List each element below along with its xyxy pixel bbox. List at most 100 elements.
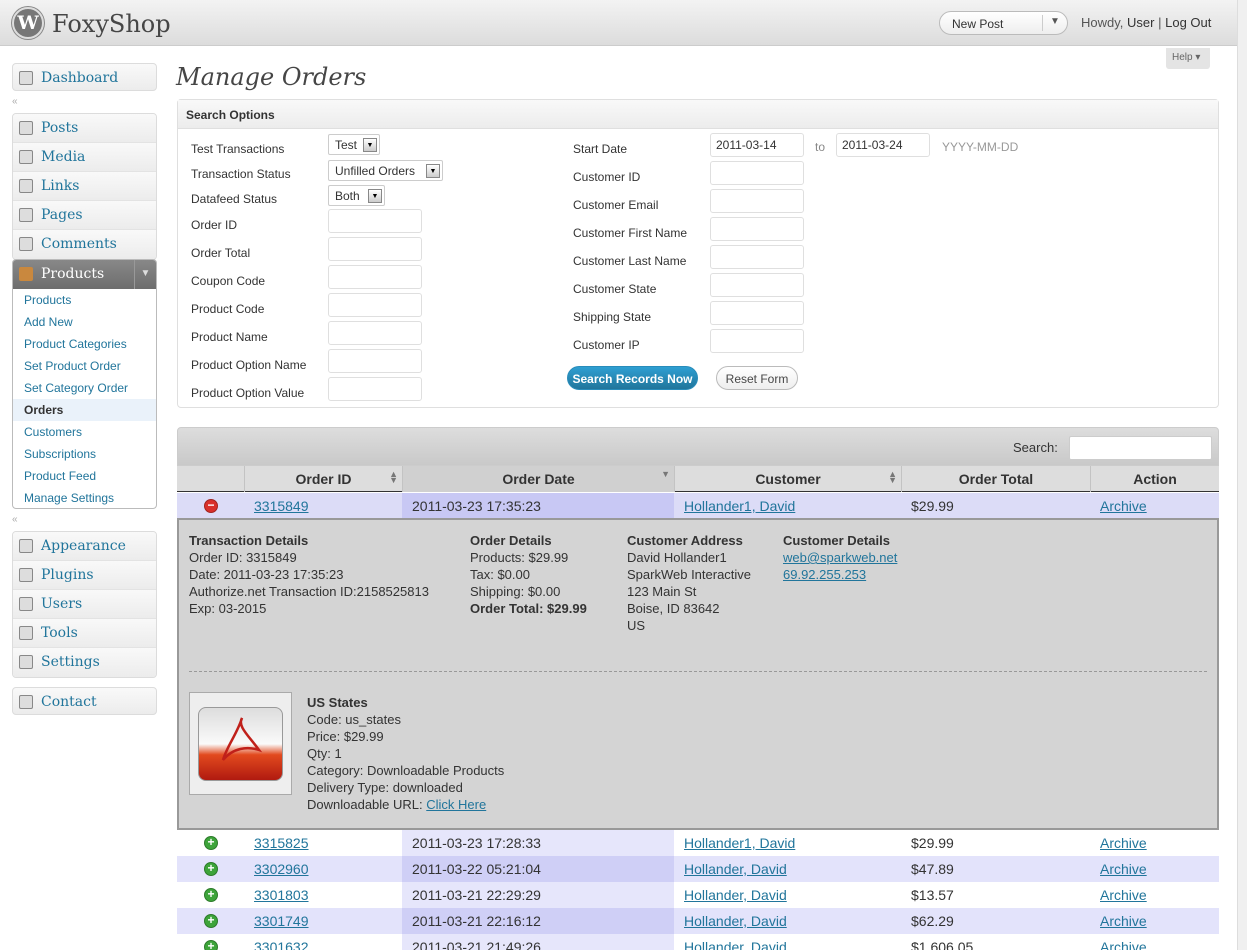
expand-plus-icon[interactable]: + — [204, 888, 218, 902]
product-name-input[interactable] — [328, 321, 422, 345]
customer-state-input[interactable] — [710, 273, 804, 297]
table-search-input[interactable] — [1069, 436, 1212, 460]
product-option-value-input[interactable] — [328, 377, 422, 401]
submenu-set-category-order[interactable]: Set Category Order — [13, 377, 156, 399]
order-id-link[interactable]: 3302960 — [254, 861, 309, 877]
customer-details: Customer Details web@sparkweb.net 69.92.… — [783, 533, 898, 582]
chevron-down-icon[interactable]: ▼ — [134, 260, 156, 289]
customer-ip-link[interactable]: 69.92.255.253 — [783, 567, 866, 582]
archive-link[interactable]: Archive — [1100, 939, 1147, 950]
sidebar-item-pages[interactable]: Pages — [13, 201, 156, 230]
shipping-state-input[interactable] — [710, 301, 804, 325]
customer-link[interactable]: Hollander, David — [684, 861, 787, 877]
customer-link[interactable]: Hollander, David — [684, 887, 787, 903]
customer-email-input[interactable] — [710, 189, 804, 213]
expand-plus-icon[interactable]: + — [204, 914, 218, 928]
order-id-input[interactable] — [328, 209, 422, 233]
expand-plus-icon[interactable]: + — [204, 862, 218, 876]
submenu-add-new[interactable]: Add New — [13, 311, 156, 333]
download-link[interactable]: Click Here — [426, 797, 486, 812]
order-id-link[interactable]: 3301749 — [254, 913, 309, 929]
sidebar-item-media[interactable]: Media — [13, 143, 156, 172]
collapse-separator-icon[interactable]: « — [12, 514, 18, 525]
submenu-manage-settings[interactable]: Manage Settings — [13, 487, 156, 508]
expand-plus-icon[interactable]: + — [204, 940, 218, 950]
col-order-total[interactable]: Order Total — [901, 466, 1090, 492]
submenu-orders[interactable]: Orders — [13, 399, 156, 421]
product-code-input[interactable] — [328, 293, 422, 317]
sidebar-item-links[interactable]: Links — [13, 172, 156, 201]
col-customer[interactable]: Customer ▲ ▼ — [674, 466, 901, 492]
col-order-id[interactable]: Order ID ▲ ▼ — [244, 466, 402, 492]
field-label: Customer IP — [573, 338, 640, 352]
test-transactions-select[interactable]: Test ▼ — [328, 134, 380, 155]
help-tab[interactable]: Help ▾ — [1166, 48, 1210, 69]
scrollbar[interactable] — [1237, 0, 1247, 950]
archive-link[interactable]: Archive — [1100, 887, 1147, 903]
collapse-minus-icon[interactable]: − — [204, 499, 218, 513]
archive-link[interactable]: Archive — [1100, 498, 1147, 514]
submenu-set-product-order[interactable]: Set Product Order — [13, 355, 156, 377]
order-id-link[interactable]: 3301803 — [254, 887, 309, 903]
datafeed-status-select[interactable]: Both ▼ — [328, 185, 385, 206]
logout-link[interactable]: Log Out — [1165, 15, 1211, 30]
customer-link[interactable]: Hollander, David — [684, 913, 787, 929]
transaction-status-select[interactable]: Unfilled Orders ▼ — [328, 160, 443, 181]
table-row: + 3301632 2011-03-21 21:49:26 Hollander,… — [177, 934, 1219, 950]
sidebar-item-appearance[interactable]: Appearance — [13, 532, 156, 561]
sidebar-item-tools[interactable]: Tools — [13, 619, 156, 648]
start-date-input[interactable]: 2011-03-14 — [710, 133, 804, 157]
table-row: + 3315825 2011-03-23 17:28:33 Hollander1… — [177, 830, 1219, 856]
sidebar-group-content: Posts Media Links Pages Comments — [12, 113, 157, 260]
order-id-link[interactable]: 3315849 — [254, 498, 309, 514]
sidebar-item-comments[interactable]: Comments — [13, 230, 156, 259]
table-row: + 3302960 2011-03-22 05:21:04 Hollander,… — [177, 856, 1219, 882]
customer-link[interactable]: Hollander, David — [684, 939, 787, 950]
submenu-product-categories[interactable]: Product Categories — [13, 333, 156, 355]
user-link[interactable]: User — [1127, 15, 1154, 30]
customer-ip-input[interactable] — [710, 329, 804, 353]
dashboard-icon — [19, 71, 33, 85]
order-total-cell: $13.57 — [911, 887, 954, 903]
new-post-label: New Post — [952, 17, 1004, 31]
chevron-down-icon: ▼ — [368, 189, 382, 203]
customer-first-name-input[interactable] — [710, 217, 804, 241]
sidebar-item-posts[interactable]: Posts — [13, 114, 156, 143]
customer-link[interactable]: Hollander1, David — [684, 835, 795, 851]
customer-last-name-input[interactable] — [710, 245, 804, 269]
sidebar-item-contact[interactable]: Contact — [12, 687, 157, 715]
coupon-code-input[interactable] — [328, 265, 422, 289]
order-total-cell: $1,606.05 — [911, 939, 974, 950]
reset-form-button[interactable]: Reset Form — [716, 366, 798, 390]
archive-link[interactable]: Archive — [1100, 913, 1147, 929]
table-search-label: Search: — [1013, 440, 1058, 455]
submenu-customers[interactable]: Customers — [13, 421, 156, 443]
col-order-date[interactable]: Order Date ▼ — [402, 466, 674, 492]
wordpress-logo-icon[interactable]: W — [12, 7, 44, 39]
order-id-link[interactable]: 3315825 — [254, 835, 309, 851]
end-date-input[interactable]: 2011-03-24 — [836, 133, 930, 157]
sidebar-item-settings[interactable]: Settings — [13, 648, 156, 677]
site-name[interactable]: FoxyShop — [52, 10, 171, 38]
order-total-input[interactable] — [328, 237, 422, 261]
sidebar-item-users[interactable]: Users — [13, 590, 156, 619]
customer-link[interactable]: Hollander1, David — [684, 498, 795, 514]
customer-id-input[interactable] — [710, 161, 804, 185]
archive-link[interactable]: Archive — [1100, 835, 1147, 851]
comment-icon — [19, 237, 33, 251]
collapse-separator-icon[interactable]: « — [12, 96, 18, 107]
submenu-subscriptions[interactable]: Subscriptions — [13, 443, 156, 465]
new-post-button[interactable]: New Post ▼ — [939, 11, 1068, 35]
submenu-product-feed[interactable]: Product Feed — [13, 465, 156, 487]
sidebar-item-plugins[interactable]: Plugins — [13, 561, 156, 590]
archive-link[interactable]: Archive — [1100, 861, 1147, 877]
sidebar-item-dashboard[interactable]: Dashboard — [12, 63, 157, 91]
order-id-link[interactable]: 3301632 — [254, 939, 309, 950]
search-records-button[interactable]: Search Records Now — [567, 366, 698, 390]
submenu-products[interactable]: Products — [13, 289, 156, 311]
product-option-name-input[interactable] — [328, 349, 422, 373]
expand-plus-icon[interactable]: + — [204, 836, 218, 850]
chevron-down-icon[interactable]: ▼ — [1050, 16, 1060, 27]
customer-email-link[interactable]: web@sparkweb.net — [783, 550, 897, 565]
sidebar-item-products[interactable]: Products ▼ — [13, 260, 156, 289]
